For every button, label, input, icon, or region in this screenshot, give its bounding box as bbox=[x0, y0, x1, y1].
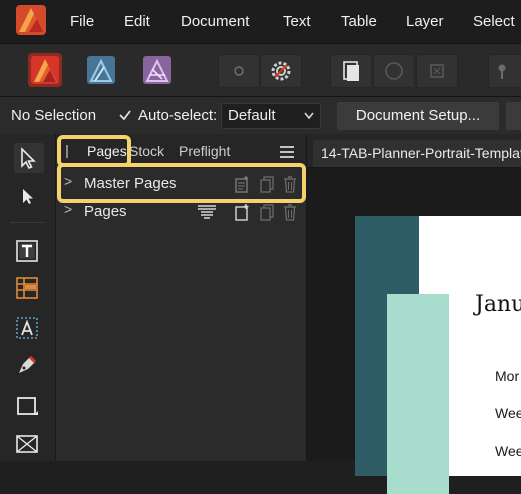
month-heading[interactable]: Janu bbox=[475, 292, 521, 317]
delete-page-icon[interactable] bbox=[282, 203, 298, 221]
page-view-icon bbox=[343, 61, 359, 81]
preview-mode-button[interactable] bbox=[373, 54, 415, 88]
designer-purple-persona-button[interactable] bbox=[140, 53, 174, 87]
designer-persona-icon bbox=[143, 56, 171, 84]
context-toolbar: No Selection Auto-select: Default Docume… bbox=[0, 96, 521, 135]
circle-small-icon bbox=[234, 66, 244, 76]
chevron-down-icon bbox=[304, 112, 314, 120]
selection-status: No Selection bbox=[11, 107, 97, 124]
node-tool-icon[interactable] bbox=[14, 183, 40, 209]
menu-file[interactable]: File bbox=[70, 13, 94, 30]
tab-stock[interactable]: Stock bbox=[129, 143, 164, 159]
view-mode-button[interactable] bbox=[330, 54, 372, 88]
photo-persona-icon bbox=[87, 56, 115, 84]
menu-text[interactable]: Text bbox=[283, 13, 311, 30]
rectangle-tool-icon[interactable] bbox=[14, 393, 40, 419]
menu-select[interactable]: Select bbox=[473, 13, 515, 30]
tools-panel bbox=[0, 134, 56, 461]
toolbar bbox=[0, 43, 521, 96]
pages-row[interactable]: > Pages bbox=[56, 198, 306, 226]
autoselect-label: Auto-select: bbox=[138, 107, 218, 124]
gear-icon bbox=[271, 61, 291, 81]
menu-layer[interactable]: Layer bbox=[406, 13, 444, 30]
picture-frame-tool-icon[interactable] bbox=[14, 431, 40, 457]
pin-icon bbox=[498, 64, 506, 79]
publisher-persona-icon bbox=[31, 56, 59, 84]
pen-tool-icon[interactable] bbox=[14, 352, 40, 378]
settings-button[interactable] bbox=[260, 54, 302, 88]
publisher-persona-button[interactable] bbox=[28, 53, 62, 87]
panel-menu-icon[interactable] bbox=[279, 145, 295, 159]
mint-panel-shape[interactable] bbox=[387, 294, 449, 494]
frame-text-tool-icon[interactable] bbox=[14, 238, 40, 264]
affinity-publisher-logo-icon[interactable] bbox=[16, 5, 46, 35]
document-tab[interactable]: 14-TAB-Planner-Portrait-Template bbox=[313, 140, 521, 167]
document-page[interactable]: Janu Mor Wee Wee bbox=[355, 216, 521, 494]
snapping-toggle-button[interactable] bbox=[218, 54, 260, 88]
duplicate-page-icon[interactable] bbox=[259, 203, 275, 221]
bleed-mode-button[interactable] bbox=[416, 54, 458, 88]
document-canvas[interactable]: Janu Mor Wee Wee bbox=[307, 168, 521, 494]
autoselect-checkbox[interactable] bbox=[118, 108, 132, 122]
checkmark-icon bbox=[119, 110, 131, 121]
page-spread-icon[interactable] bbox=[197, 204, 217, 220]
autoselect-dropdown[interactable]: Default bbox=[221, 103, 321, 129]
menu-document[interactable]: Document bbox=[181, 13, 249, 30]
table-tool-icon[interactable] bbox=[14, 275, 40, 301]
pages-label: Pages bbox=[84, 203, 127, 220]
document-setup-button[interactable]: Document Setup... bbox=[336, 101, 500, 131]
circle-icon bbox=[385, 62, 403, 80]
move-tool-icon[interactable] bbox=[14, 145, 40, 171]
add-page-icon[interactable] bbox=[234, 203, 250, 221]
planner-line[interactable]: Wee bbox=[495, 443, 521, 459]
pin-button[interactable] bbox=[488, 54, 521, 88]
document-tab-bar: 14-TAB-Planner-Portrait-Template bbox=[307, 134, 521, 168]
designer-persona-button[interactable] bbox=[84, 53, 118, 87]
pages-studio-panel: Pages Stock Preflight > Master Pages > P… bbox=[56, 134, 307, 461]
menu-bar: File Edit Document Text Table Layer Sele… bbox=[0, 0, 521, 43]
context-extra-button[interactable] bbox=[505, 101, 521, 131]
chevron-right-icon: > bbox=[64, 201, 73, 217]
master-pages-highlight bbox=[57, 163, 306, 203]
planner-line[interactable]: Mor bbox=[495, 368, 519, 384]
menu-edit[interactable]: Edit bbox=[124, 13, 150, 30]
autoselect-value: Default bbox=[228, 107, 276, 124]
square-x-icon bbox=[430, 64, 444, 78]
artistic-text-tool-icon[interactable] bbox=[14, 315, 40, 341]
planner-line[interactable]: Wee bbox=[495, 405, 521, 421]
menu-table[interactable]: Table bbox=[341, 13, 377, 30]
tab-preflight[interactable]: Preflight bbox=[179, 143, 230, 159]
